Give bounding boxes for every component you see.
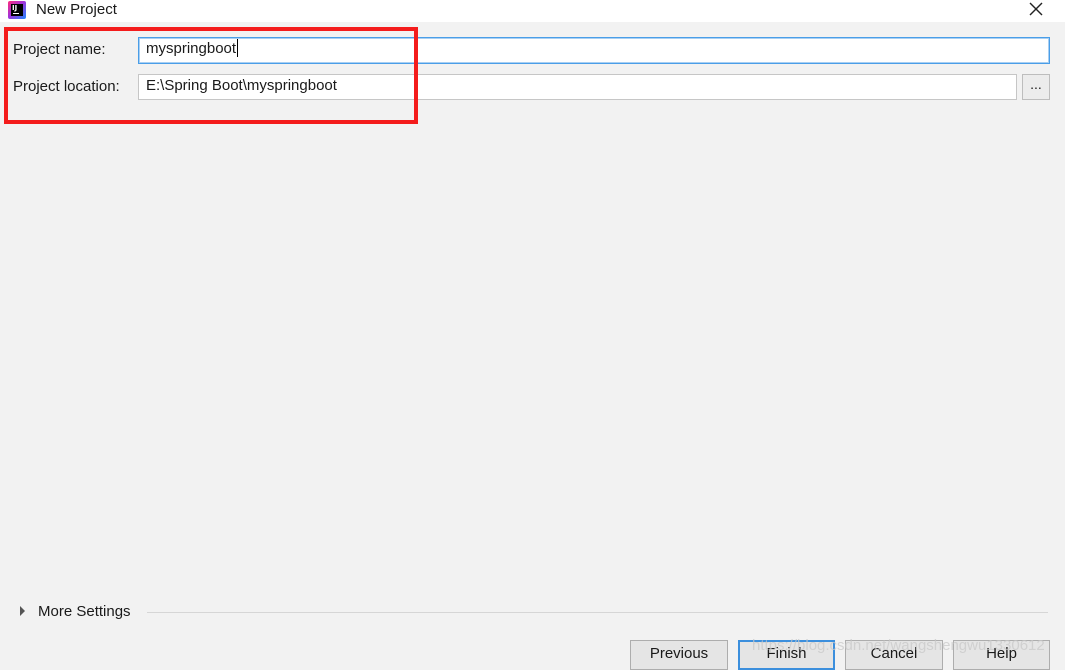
more-settings-label[interactable]: More Settings: [38, 602, 131, 622]
separator-line: [147, 612, 1048, 613]
triangle-right-icon: [20, 606, 25, 616]
highlight-annotation: [4, 27, 418, 124]
window-title: New Project: [36, 1, 117, 18]
title-bar: IJ New Project: [0, 0, 1065, 22]
intellij-icon: IJ: [8, 1, 26, 19]
close-icon: [1029, 2, 1043, 16]
browse-button[interactable]: ...: [1022, 74, 1050, 100]
expand-toggle[interactable]: [18, 604, 28, 618]
close-button[interactable]: [1024, 0, 1048, 21]
